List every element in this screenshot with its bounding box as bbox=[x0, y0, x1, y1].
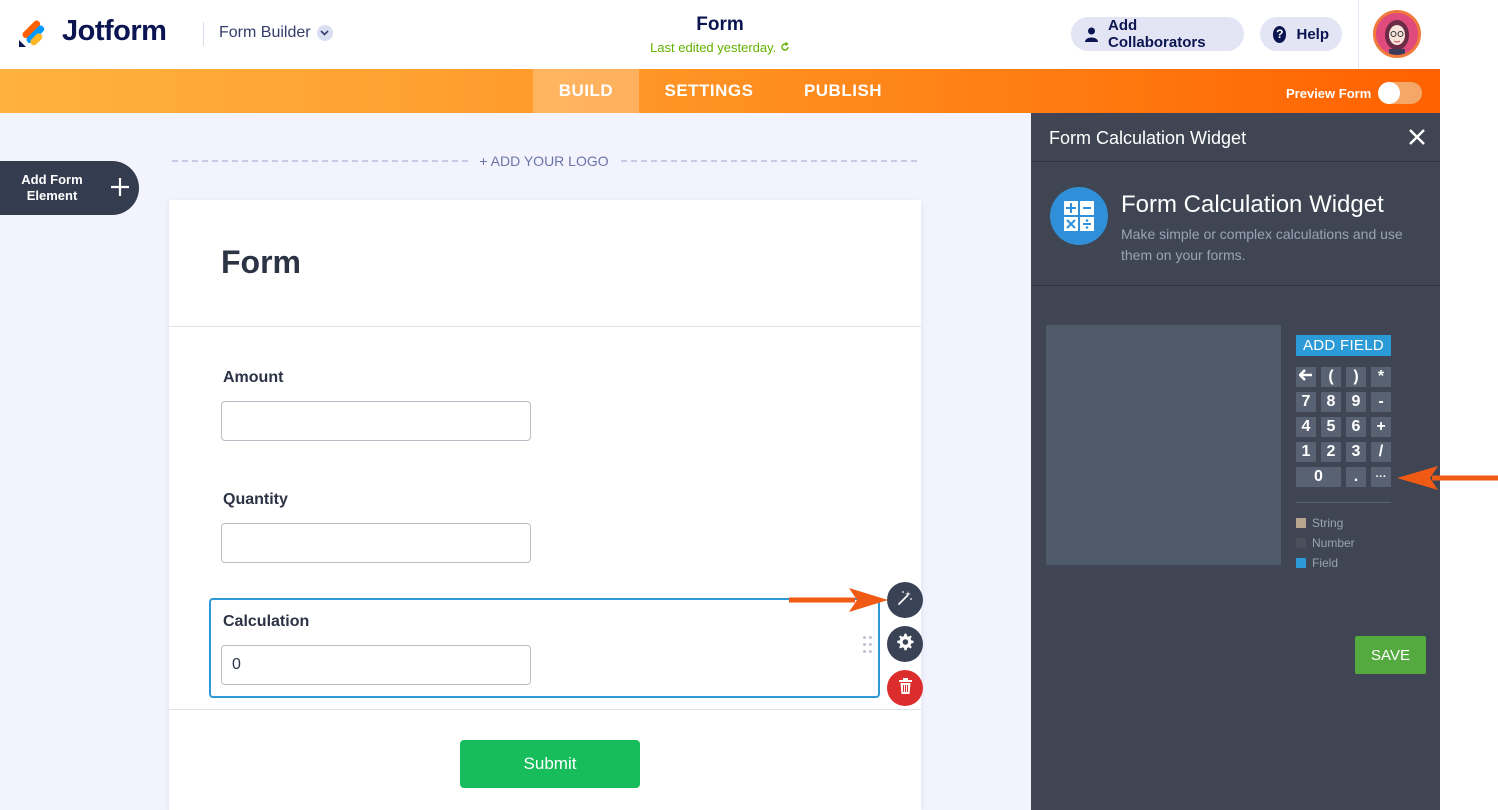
key-3[interactable]: 3 bbox=[1346, 442, 1366, 462]
submit-divider bbox=[169, 709, 921, 710]
trash-icon bbox=[898, 677, 912, 699]
key-0[interactable]: 0 bbox=[1296, 467, 1341, 487]
add-field-button[interactable]: ADD FIELD bbox=[1296, 335, 1391, 356]
key-decimal[interactable]: . bbox=[1346, 467, 1366, 487]
save-button[interactable]: SAVE bbox=[1355, 636, 1426, 674]
drag-handle-icon[interactable] bbox=[863, 636, 875, 658]
legend-swatch-number bbox=[1296, 538, 1306, 548]
quantity-label: Quantity bbox=[223, 491, 288, 508]
add-form-element-label: Add Form Element bbox=[21, 172, 83, 203]
toggle-knob bbox=[1378, 82, 1401, 104]
help-label: Help bbox=[1296, 25, 1329, 43]
heading-divider bbox=[169, 326, 921, 327]
add-collaborators-button[interactable]: Add Collaborators bbox=[1071, 17, 1244, 51]
calculation-editor-area[interactable] bbox=[1046, 325, 1281, 565]
arrow-annotation-icon bbox=[789, 588, 888, 612]
key-7[interactable]: 7 bbox=[1296, 392, 1316, 412]
add-collaborators-label: Add Collaborators bbox=[1108, 17, 1206, 51]
jotform-logo-icon bbox=[18, 16, 48, 48]
app-root: Jotform Form Builder Form Last edited ye… bbox=[0, 0, 1498, 810]
legend-label-string: String bbox=[1312, 516, 1344, 530]
add-your-logo-link[interactable]: + ADD YOUR LOGO bbox=[476, 153, 612, 169]
key-close-paren[interactable]: ) bbox=[1346, 367, 1366, 387]
key-6[interactable]: 6 bbox=[1346, 417, 1366, 437]
panel-header: Form Calculation Widget bbox=[1031, 113, 1440, 162]
widget-title: Form Calculation Widget bbox=[1121, 191, 1384, 218]
form-builder-label: Form Builder bbox=[219, 24, 311, 41]
plus-icon bbox=[110, 173, 130, 203]
form-card: Form Amount Quantity Calculation 0 Submi… bbox=[169, 200, 921, 810]
key-5[interactable]: 5 bbox=[1321, 417, 1341, 437]
brand-name: Jotform bbox=[62, 15, 167, 47]
key-more-options[interactable]: ··· bbox=[1371, 467, 1391, 487]
logo-dashed-line-right bbox=[621, 160, 917, 162]
form-heading[interactable]: Form bbox=[221, 244, 301, 281]
wizard-button[interactable] bbox=[887, 582, 923, 618]
tab-publish[interactable]: PUBLISH bbox=[790, 69, 896, 113]
refresh-icon bbox=[780, 40, 790, 55]
form-builder-menu[interactable]: Form Builder bbox=[219, 24, 333, 42]
tab-settings[interactable]: SETTINGS bbox=[649, 69, 769, 113]
field-settings-button[interactable] bbox=[887, 626, 923, 662]
key-2[interactable]: 2 bbox=[1321, 442, 1341, 462]
amount-input[interactable] bbox=[221, 401, 531, 441]
user-icon bbox=[1084, 26, 1099, 42]
arrow-annotation-icon bbox=[1397, 466, 1498, 490]
help-button[interactable]: ? Help bbox=[1260, 17, 1342, 51]
preview-form-toggle[interactable] bbox=[1378, 82, 1423, 104]
close-icon[interactable] bbox=[1405, 125, 1429, 149]
quantity-input[interactable] bbox=[221, 523, 531, 563]
key-backspace[interactable] bbox=[1296, 367, 1316, 387]
brand-logo[interactable]: Jotform bbox=[18, 15, 167, 48]
add-form-element-button[interactable]: Add Form Element bbox=[0, 161, 139, 215]
logo-dashed-line-left bbox=[172, 160, 468, 162]
legend-label-field: Field bbox=[1312, 556, 1339, 570]
arrow-left-icon bbox=[1298, 368, 1313, 386]
key-9[interactable]: 9 bbox=[1346, 392, 1366, 412]
legend-label-number: Number bbox=[1312, 536, 1355, 550]
tab-build[interactable]: BUILD bbox=[533, 69, 639, 113]
key-open-paren[interactable]: ( bbox=[1321, 367, 1341, 387]
panel-header-title: Form Calculation Widget bbox=[1049, 128, 1247, 148]
form-title[interactable]: Form bbox=[620, 14, 820, 36]
widget-description: Make simple or complex calculations and … bbox=[1121, 226, 1403, 263]
chevron-down-icon bbox=[316, 25, 333, 41]
calculation-input[interactable]: 0 bbox=[221, 645, 531, 685]
preview-form-label: Preview Form bbox=[1286, 85, 1372, 101]
top-header: Jotform Form Builder Form Last edited ye… bbox=[0, 0, 1440, 69]
preview-form-control: Preview Form bbox=[1286, 82, 1423, 104]
legend-field: Field bbox=[1296, 556, 1338, 570]
form-title-block: Form Last edited yesterday. bbox=[620, 14, 820, 55]
key-multiply[interactable]: * bbox=[1371, 367, 1391, 387]
last-edited-text: Last edited yesterday. bbox=[650, 40, 777, 55]
key-4[interactable]: 4 bbox=[1296, 417, 1316, 437]
amount-label: Amount bbox=[223, 369, 284, 386]
key-1[interactable]: 1 bbox=[1296, 442, 1316, 462]
calculator-icon bbox=[1050, 187, 1108, 245]
legend-swatch-string bbox=[1296, 518, 1306, 528]
key-minus[interactable]: - bbox=[1371, 392, 1391, 412]
widget-settings-panel: Form Calculation Widget Form Calculation… bbox=[1031, 113, 1440, 810]
gear-icon bbox=[896, 633, 914, 656]
widget-info: Form Calculation Widget Make simple or c… bbox=[1031, 163, 1440, 286]
help-icon: ? bbox=[1273, 25, 1287, 43]
legend-divider bbox=[1296, 502, 1391, 503]
delete-field-button[interactable] bbox=[887, 670, 923, 706]
key-divide[interactable]: / bbox=[1371, 442, 1391, 462]
calculation-label: Calculation bbox=[223, 613, 310, 630]
legend-swatch-field bbox=[1296, 558, 1306, 568]
legend-number: Number bbox=[1296, 536, 1355, 550]
last-edited-status[interactable]: Last edited yesterday. bbox=[620, 40, 820, 55]
builder-nav-bar: BUILD SETTINGS PUBLISH Preview Form bbox=[0, 69, 1440, 113]
header-divider bbox=[203, 22, 204, 46]
submit-button[interactable]: Submit bbox=[460, 740, 640, 788]
avatar[interactable] bbox=[1373, 10, 1421, 58]
key-plus[interactable]: + bbox=[1371, 417, 1391, 437]
key-8[interactable]: 8 bbox=[1321, 392, 1341, 412]
header-divider-right bbox=[1358, 0, 1359, 69]
magic-wand-icon bbox=[897, 590, 913, 611]
legend-string: String bbox=[1296, 516, 1343, 530]
